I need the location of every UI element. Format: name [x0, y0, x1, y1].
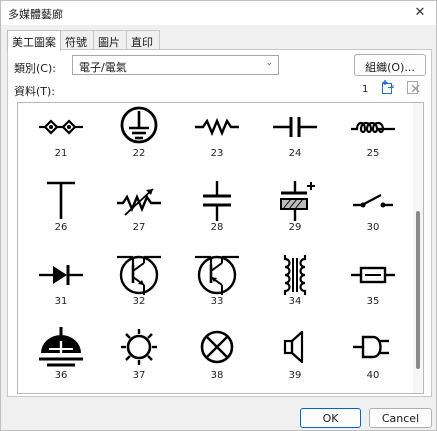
symbol-number: 29 — [288, 222, 302, 233]
symbol-item-30[interactable]: 30 — [334, 177, 412, 251]
close-icon[interactable]: ✕ — [410, 3, 430, 23]
tab-direct-print[interactable]: 直印 — [126, 30, 160, 50]
transformer-icon — [283, 255, 307, 295]
symbol-number: 30 — [366, 222, 380, 233]
symbol-item-26[interactable]: 26 — [22, 177, 100, 251]
symbol-item-38[interactable]: 38 — [178, 325, 256, 393]
symbol-item-34[interactable]: 34 — [256, 251, 334, 325]
symbol-number: 40 — [366, 370, 380, 381]
symbol-item-22[interactable]: 22 — [100, 103, 178, 177]
symbol-item-24[interactable]: 24 — [256, 103, 334, 177]
pnp-transistor-icon — [195, 255, 239, 295]
symbol-item-32[interactable]: 32 — [100, 251, 178, 325]
symbol-number: 35 — [366, 296, 380, 307]
inductor-icon — [351, 121, 395, 134]
symbol-number: 36 — [54, 370, 68, 381]
delete-item-icon[interactable] — [405, 79, 421, 95]
symbol-number: 33 — [210, 296, 224, 307]
symbol-number: 37 — [132, 370, 146, 381]
symbol-item-36[interactable]: 36 — [22, 325, 100, 393]
symbol-item-40[interactable]: 40 — [334, 325, 412, 393]
new-item-icon[interactable] — [380, 79, 396, 95]
symbol-number: 22 — [132, 148, 146, 159]
symbol-number: 39 — [288, 370, 302, 381]
variable-resistor-icon — [117, 188, 161, 216]
capacitor-icon — [273, 117, 317, 137]
symbol-number: 31 — [54, 296, 68, 307]
tab-pictures[interactable]: 圖片 — [93, 30, 127, 50]
symbol-item-35[interactable]: 35 — [334, 251, 412, 325]
symbol-item-25[interactable]: 25 — [334, 103, 412, 177]
capacitor-vertical-icon — [203, 181, 231, 221]
chevron-down-icon: ⌄ — [265, 58, 273, 68]
fuse-icon — [351, 266, 395, 284]
lamp-icon — [121, 329, 157, 365]
tab-panel: 類別(C): 電子/電氣 ⌄ 組織(O)... 資料(T): 1 21 22 2… — [7, 49, 432, 397]
symbol-number: 25 — [366, 148, 380, 159]
cancel-button[interactable]: Cancel — [369, 408, 432, 428]
symbol-number: 27 — [132, 222, 146, 233]
symbol-number: 26 — [54, 222, 68, 233]
symbol-item-23[interactable]: 23 — [178, 103, 256, 177]
data-label: 資料(T): — [14, 85, 56, 98]
page-number: 1 — [362, 84, 369, 95]
symbol-item-21[interactable]: 21 — [22, 103, 100, 177]
symbol-number: 21 — [54, 148, 68, 159]
diode-icon — [39, 265, 83, 285]
ground-symbol-icon — [120, 106, 158, 144]
symbol-number: 23 — [210, 148, 224, 159]
symbol-item-29[interactable]: 29 — [256, 177, 334, 251]
multimedia-gallery-dialog: 多媒體藝廊 ✕ 美工圖案 符號 圖片 直印 類別(C): 電子/電氣 ⌄ 組織(… — [0, 0, 437, 431]
plug-icon — [353, 335, 389, 359]
organize-button[interactable]: 組織(O)... — [354, 54, 426, 76]
junction-tee-icon — [47, 181, 75, 219]
lamp-cross-icon — [200, 330, 234, 364]
symbol-number: 32 — [132, 296, 146, 307]
symbol-number: 38 — [210, 370, 224, 381]
symbol-item-39[interactable]: 39 — [256, 325, 334, 393]
symbol-item-37[interactable]: 37 — [100, 325, 178, 393]
symbol-item-31[interactable]: 31 — [22, 251, 100, 325]
category-select[interactable]: 電子/電氣 ⌄ — [72, 55, 279, 75]
symbol-item-33[interactable]: 33 — [178, 251, 256, 325]
window-title: 多媒體藝廊 — [8, 8, 63, 21]
title-bar: 多媒體藝廊 ✕ — [1, 1, 436, 25]
symbol-number: 34 — [288, 296, 302, 307]
resistor-icon — [195, 117, 239, 137]
category-value: 電子/電氣 — [79, 61, 127, 74]
battery-icon — [280, 181, 315, 221]
npn-transistor-icon — [117, 255, 161, 295]
category-label: 類別(C): — [14, 62, 56, 75]
ok-button[interactable]: OK — [300, 408, 361, 428]
symbol-item-27[interactable]: 27 — [100, 177, 178, 251]
switch-symbol-icon — [39, 119, 83, 135]
speaker-icon — [283, 330, 304, 364]
tab-clipart[interactable]: 美工圖案 — [7, 30, 61, 51]
symbol-number: 24 — [288, 148, 302, 159]
symbol-item-28[interactable]: 28 — [178, 177, 256, 251]
switch-icon — [353, 194, 393, 208]
symbol-gallery: 21 22 23 24 25 26 27 28 29 30 31 32 33 3… — [17, 102, 424, 394]
antenna-ground-icon — [39, 327, 83, 367]
vertical-scrollbar[interactable] — [413, 103, 423, 393]
tab-symbols[interactable]: 符號 — [60, 30, 94, 50]
scrollbar-thumb[interactable] — [416, 211, 420, 369]
symbol-number: 28 — [210, 222, 224, 233]
